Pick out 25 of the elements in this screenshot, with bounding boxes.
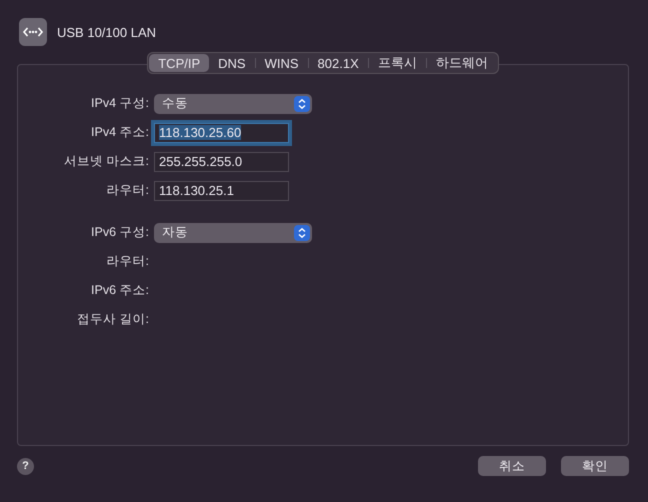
- field-label: IPv6 주소:: [90, 282, 150, 299]
- field-label: 라우터:: [106, 253, 150, 270]
- field-label: 서브넷 마스크:: [63, 153, 150, 170]
- dialog-button[interactable]: 취소: [478, 456, 546, 476]
- dialog-button[interactable]: 확인: [561, 456, 629, 476]
- field-label: 라우터:: [106, 182, 150, 199]
- tab[interactable]: WINS: [256, 54, 308, 72]
- network-icon: [19, 18, 47, 46]
- help-button[interactable]: ?: [17, 458, 34, 474]
- field-label: IPv6 구성:: [90, 224, 150, 241]
- tab[interactable]: 하드웨어: [426, 54, 497, 72]
- popup-button[interactable]: 수동: [154, 94, 312, 114]
- stepper-icon: [294, 224, 310, 240]
- input-field[interactable]: 255.255.255.0: [154, 152, 289, 172]
- tab[interactable]: 프록시: [368, 54, 426, 72]
- tab[interactable]: DNS: [209, 54, 255, 72]
- field-label: 접두사 길이:: [76, 311, 150, 328]
- stepper-icon: [294, 96, 310, 112]
- input-field[interactable]: 118.130.25.1: [154, 180, 289, 200]
- tab[interactable]: 802.1X: [308, 54, 368, 72]
- tab[interactable]: TCP/IP: [149, 54, 210, 72]
- popup-button[interactable]: 자동: [154, 222, 312, 242]
- field-label: IPv4 구성:: [90, 95, 150, 112]
- window-title: USB 10/100 LAN: [57, 24, 156, 40]
- field-label: IPv4 주소:: [90, 124, 150, 141]
